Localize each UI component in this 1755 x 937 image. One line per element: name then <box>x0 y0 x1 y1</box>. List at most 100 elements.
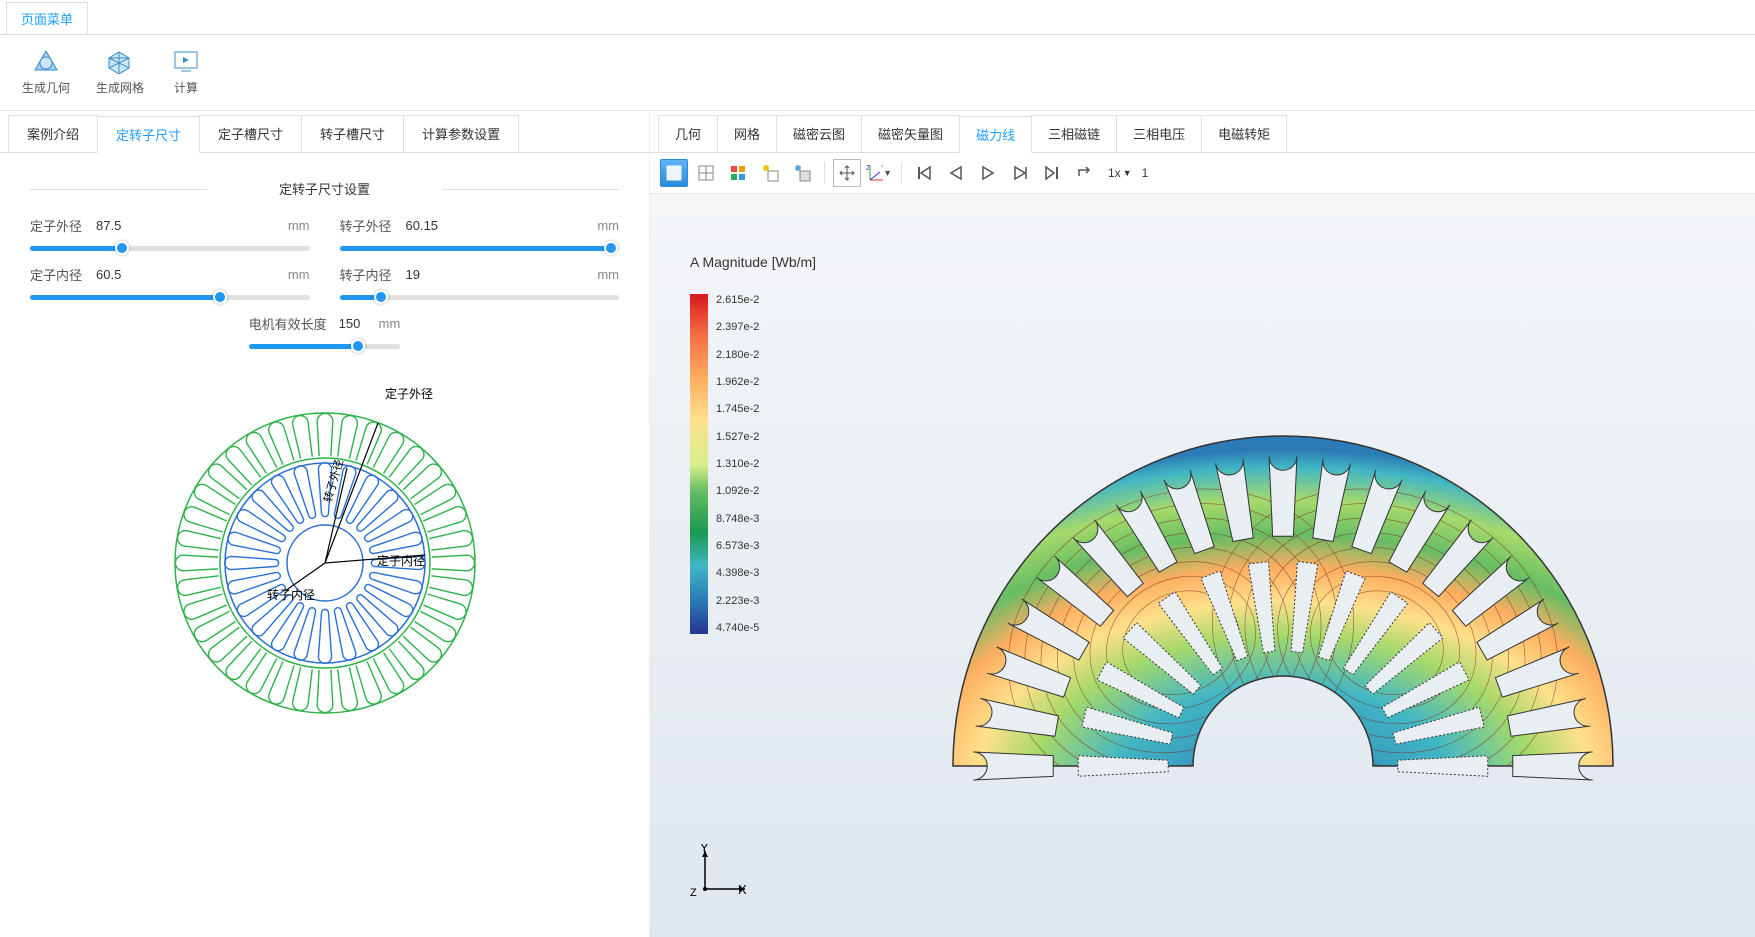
main-toolbar: 生成几何 生成网格 计算 <box>0 35 1755 111</box>
svg-text:Z: Z <box>690 887 697 899</box>
gen-geometry-label: 生成几何 <box>22 79 70 96</box>
toolbar-separator <box>901 162 902 184</box>
color-legend: 2.615e-2 2.397e-2 2.180e-2 1.962e-2 1.74… <box>690 294 759 634</box>
tab-flux-linkage[interactable]: 三相磁链 <box>1031 115 1117 152</box>
field-visualization <box>850 314 1715 837</box>
legend-value: 1.310e-2 <box>716 458 759 470</box>
tab-mesh[interactable]: 网格 <box>717 115 777 152</box>
slider-rotor-inner[interactable] <box>340 290 620 304</box>
gen-mesh-button[interactable]: 生成网格 <box>92 45 148 98</box>
next-frame-button[interactable] <box>1006 159 1034 187</box>
legend-value: 1.962e-2 <box>716 376 759 388</box>
param-value: 60.15 <box>406 218 580 233</box>
tab-torque[interactable]: 电磁转矩 <box>1201 115 1287 152</box>
diag-label-stator-inner: 定子内径 <box>377 553 425 568</box>
right-panel: 几何 网格 磁密云图 磁密矢量图 磁力线 三相磁链 三相电压 电磁转矩 YXZ▼ <box>650 111 1755 937</box>
toolbar-separator <box>824 162 825 184</box>
view-solid-button[interactable] <box>660 159 688 187</box>
field-title: A Magnitude [Wb/m] <box>690 254 816 270</box>
param-label: 电机有效长度 <box>249 314 331 333</box>
legend-value: 2.397e-2 <box>716 321 759 333</box>
legend-value: 2.615e-2 <box>716 294 759 306</box>
play-button[interactable] <box>974 159 1002 187</box>
param-stator-outer: 定子外径 87.5 mm <box>30 216 310 255</box>
legend-value: 2.223e-3 <box>716 595 759 607</box>
slider-eff-length[interactable] <box>249 339 401 353</box>
legend-value: 1.092e-2 <box>716 485 759 497</box>
light-1-button[interactable] <box>756 159 784 187</box>
param-unit: mm <box>587 267 619 282</box>
loop-button[interactable] <box>1070 159 1098 187</box>
param-eff-length: 电机有效长度 150 mm <box>249 314 401 353</box>
menu-bar: 页面菜单 <box>0 0 1755 35</box>
first-frame-button[interactable] <box>910 159 938 187</box>
slider-stator-inner[interactable] <box>30 290 310 304</box>
tab-rotor-slot[interactable]: 转子槽尺寸 <box>301 115 404 152</box>
param-unit: mm <box>587 218 619 233</box>
gen-mesh-label: 生成网格 <box>96 79 144 96</box>
tab-geometry[interactable]: 几何 <box>658 115 718 152</box>
diag-label-rotor-outer: 转子外径 <box>320 458 346 504</box>
tab-calc-params[interactable]: 计算参数设置 <box>403 115 519 152</box>
frame-number: 1 <box>1142 166 1149 180</box>
param-label: 转子外径 <box>340 216 398 235</box>
gen-geometry-button[interactable]: 生成几何 <box>18 45 74 98</box>
legend-value: 1.745e-2 <box>716 403 759 415</box>
diag-label-stator-outer: 定子外径 <box>385 386 433 401</box>
tab-flux-vector[interactable]: 磁密矢量图 <box>861 115 960 152</box>
compute-label: 计算 <box>174 79 198 96</box>
section-title: 定转子尺寸设置 <box>30 179 619 198</box>
param-value: 150 <box>339 316 361 331</box>
diag-label-rotor-inner: 转子内径 <box>267 587 315 602</box>
param-label: 定子外径 <box>30 216 88 235</box>
legend-labels: 2.615e-2 2.397e-2 2.180e-2 1.962e-2 1.74… <box>716 294 759 634</box>
left-panel: 案例介绍 定转子尺寸 定子槽尺寸 转子槽尺寸 计算参数设置 定转子尺寸设置 定子… <box>0 111 650 937</box>
param-rotor-inner: 转子内径 19 mm <box>340 265 620 304</box>
left-tabs: 案例介绍 定转子尺寸 定子槽尺寸 转子槽尺寸 计算参数设置 <box>0 111 649 153</box>
param-label: 转子内径 <box>340 265 398 284</box>
svg-text:Z: Z <box>866 165 871 172</box>
legend-value: 4.740e-5 <box>716 622 759 634</box>
param-value: 87.5 <box>96 218 270 233</box>
param-rotor-outer: 转子外径 60.15 mm <box>340 216 620 255</box>
legend-value: 6.573e-3 <box>716 540 759 552</box>
param-value: 60.5 <box>96 267 270 282</box>
viewport-toolbar: YXZ▼ 1x▼ 1 <box>650 153 1755 194</box>
param-value: 19 <box>406 267 580 282</box>
3d-viewport[interactable]: A Magnitude [Wb/m] 2.615e-2 <box>650 194 1755 937</box>
param-unit: mm <box>278 218 310 233</box>
slider-rotor-outer[interactable] <box>340 241 620 255</box>
axis-gizmo-button[interactable]: YXZ▼ <box>865 159 893 187</box>
geometry-icon <box>30 47 62 75</box>
axis-gizmo: X Y Z <box>690 844 760 907</box>
last-frame-button[interactable] <box>1038 159 1066 187</box>
mesh-icon <box>104 47 136 75</box>
tab-flux-contour[interactable]: 磁密云图 <box>776 115 862 152</box>
param-stator-inner: 定子内径 60.5 mm <box>30 265 310 304</box>
motor-cross-section-diagram: 定子外径 转子外径 定子内径 转子内径 <box>30 373 619 733</box>
tab-voltage[interactable]: 三相电压 <box>1116 115 1202 152</box>
svg-text:Y: Y <box>700 844 709 855</box>
tab-field-lines[interactable]: 磁力线 <box>959 116 1032 153</box>
compute-button[interactable]: 计算 <box>166 45 206 98</box>
prev-frame-button[interactable] <box>942 159 970 187</box>
legend-colorbar <box>690 294 708 634</box>
legend-value: 1.527e-2 <box>716 431 759 443</box>
tab-stator-slot[interactable]: 定子槽尺寸 <box>199 115 302 152</box>
light-2-button[interactable] <box>788 159 816 187</box>
param-unit: mm <box>278 267 310 282</box>
legend-value: 8.748e-3 <box>716 513 759 525</box>
pan-button[interactable] <box>833 159 861 187</box>
tab-case-intro[interactable]: 案例介绍 <box>8 115 98 152</box>
param-unit: mm <box>368 316 400 331</box>
tab-rotor-stator-dim[interactable]: 定转子尺寸 <box>97 116 200 153</box>
svg-text:X: X <box>738 882 747 897</box>
playback-speed[interactable]: 1x▼ <box>1108 166 1132 180</box>
right-tabs: 几何 网格 磁密云图 磁密矢量图 磁力线 三相磁链 三相电压 电磁转矩 <box>650 111 1755 153</box>
legend-value: 4.398e-3 <box>716 567 759 579</box>
view-wireframe-button[interactable] <box>692 159 720 187</box>
compute-icon <box>170 47 202 75</box>
slider-stator-outer[interactable] <box>30 241 310 255</box>
view-grid-button[interactable] <box>724 159 752 187</box>
page-menu-tab[interactable]: 页面菜单 <box>6 2 88 34</box>
